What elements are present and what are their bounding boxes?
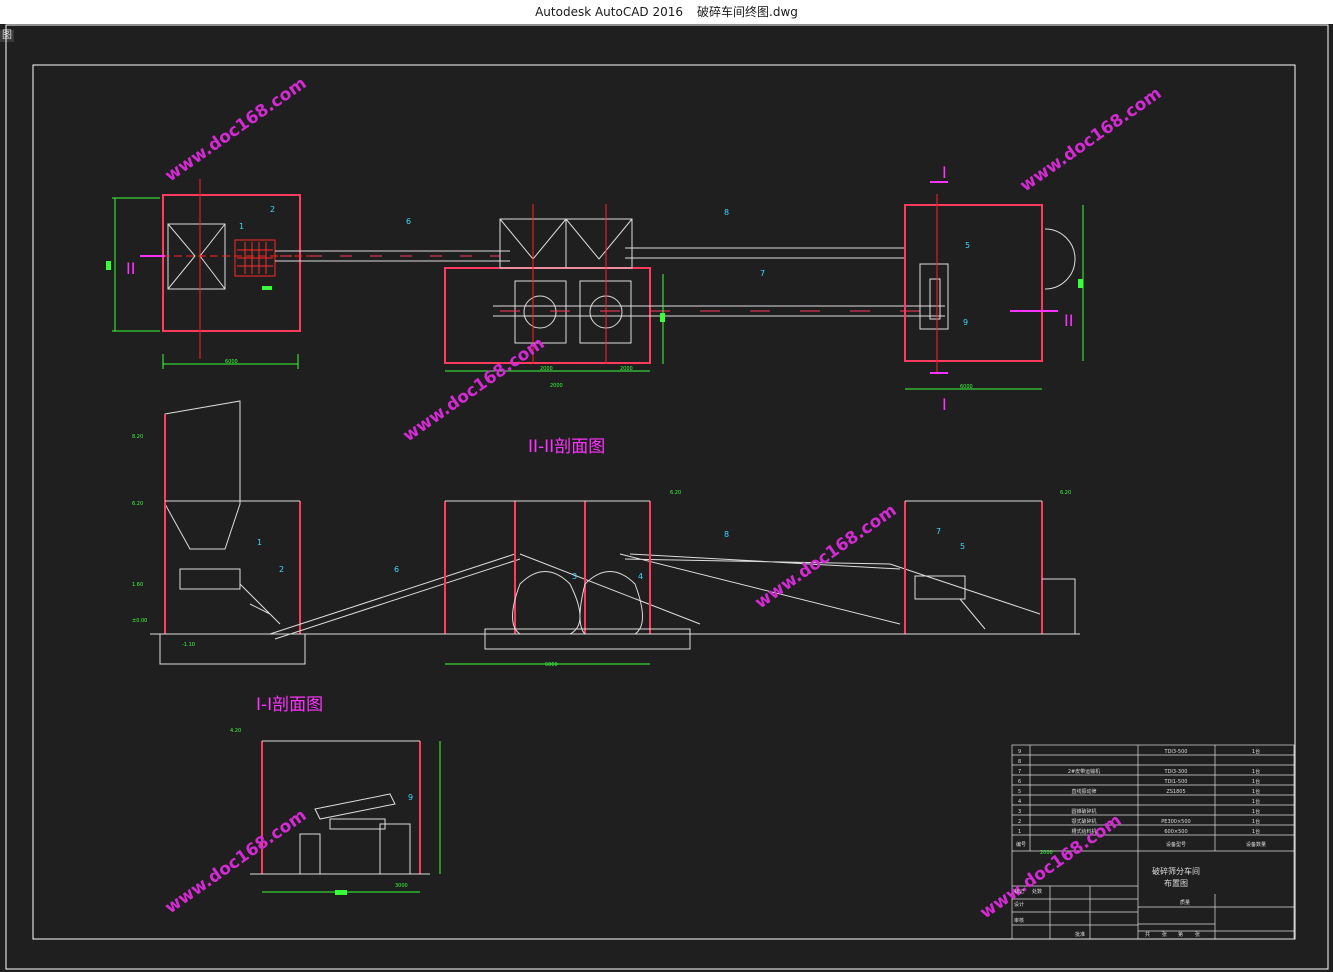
section2-label-1: 1 — [257, 538, 262, 547]
section-1-title: I-I剖面图 — [256, 695, 323, 715]
elevation-mark: 6.20 — [1060, 490, 1071, 496]
title-block-label: 审核 — [1014, 917, 1024, 924]
section2-label-7: 7 — [936, 527, 941, 536]
plan-view — [106, 179, 1084, 390]
bom-row-name: 直线振动筛 — [1071, 788, 1096, 795]
section-1-view — [250, 740, 441, 895]
file-name: 破碎车间终图.dwg — [697, 5, 798, 19]
elevation-mark: 6.20 — [132, 501, 143, 507]
bom-row-model: PE300×500 — [1161, 819, 1190, 825]
elevation-mark: 1.60 — [132, 582, 143, 588]
bom-row-no: 7 — [1018, 769, 1021, 775]
watermark-text: www.doc168.com — [751, 500, 900, 613]
window-title-bar: Autodesk AutoCAD 2016 破碎车间终图.dwg — [0, 0, 1333, 24]
bom-row-name: 圆锥破碎机 — [1071, 808, 1096, 815]
watermark-text: www.doc168.com — [976, 810, 1125, 923]
cad-drawing-canvas[interactable]: IIIIIIII-II剖面图I-I剖面图126875912 63 48 7598.20… — [0, 24, 1333, 972]
title-block-label: 设计 — [1014, 901, 1024, 908]
drawing-title-line2: 布置图 — [1164, 878, 1188, 888]
bom-row-model: TDI1-500 — [1164, 779, 1188, 785]
app-title: Autodesk AutoCAD 2016 — [535, 5, 684, 19]
bom-row-qty: 1台 — [1252, 818, 1260, 825]
plan-label-7: 7 — [760, 269, 765, 278]
elevation-mark: 4.20 — [230, 728, 241, 734]
bom-row-no: 4 — [1018, 799, 1021, 805]
title-block-label: 处数 — [1032, 888, 1042, 895]
bom-row-qty: 1台 — [1252, 768, 1260, 775]
bom-header-qty: 设备数量 — [1246, 841, 1266, 848]
dimension-text: 3000 — [395, 883, 408, 889]
bom-row-name: 颚式破碎机 — [1071, 818, 1096, 825]
title-block-label: 批准 — [1075, 931, 1085, 938]
plan-label-9: 9 — [963, 318, 968, 327]
dimension-text: 2000 — [620, 366, 633, 372]
weight-label: 质量 — [1180, 899, 1190, 906]
sheet-label: 共 — [1145, 931, 1150, 938]
bom-header-no: 编号 — [1016, 841, 1026, 848]
bom-row-model: TDI3-300 — [1164, 769, 1188, 775]
section-2-title: II-II剖面图 — [528, 437, 605, 457]
bom-row-qty: 1台 — [1252, 828, 1260, 835]
section-mark-bottom: I — [942, 395, 947, 414]
bom-row-no: 2 — [1018, 819, 1021, 825]
bom-header-model: 设备型号 — [1166, 841, 1186, 848]
bom-row-qty: 1台 — [1252, 808, 1260, 815]
plan-label-1: 1 — [239, 222, 244, 231]
bom-row-no: 8 — [1018, 759, 1021, 765]
title-block-label: 标记 — [1014, 888, 1024, 895]
sheet-label: 张 — [1195, 931, 1200, 938]
dimension-text: 6000 — [225, 359, 238, 365]
bom-row-no: 6 — [1018, 779, 1021, 785]
section2-label-6: 6 — [394, 565, 399, 574]
plan-label-6: 6 — [406, 217, 411, 226]
section1-label-9: 9 — [408, 793, 413, 802]
section-mark-top: I — [942, 163, 947, 182]
bom-row-qty: 1台 — [1252, 798, 1260, 805]
elevation-mark: 6.20 — [670, 490, 681, 496]
watermark-text: www.doc168.com — [161, 805, 310, 918]
watermark-text: www.doc168.com — [399, 333, 548, 446]
bom-row-qty: 1台 — [1252, 788, 1260, 795]
section2-label-8: 8 — [724, 530, 729, 539]
bom-row-model: ZS1805 — [1166, 789, 1185, 795]
elevation-mark: -1.10 — [182, 642, 195, 648]
watermark-text: www.doc168.com — [161, 73, 310, 186]
dimension-text: 2000 — [540, 366, 553, 372]
drawing-frame — [32, 64, 1296, 940]
bom-row-name: 槽式给料机 — [1071, 828, 1096, 835]
section2-label-4: 4 — [638, 572, 643, 581]
elevation-mark: ±0.00 — [132, 618, 147, 624]
bom-row-no: 1 — [1018, 829, 1021, 835]
bom-row-model: 600×500 — [1164, 829, 1187, 835]
bom-row-model: TDI3-500 — [1164, 749, 1188, 755]
dimension-text: 6000 — [545, 662, 558, 668]
bom-row-name: 2#皮带运输机 — [1068, 768, 1100, 775]
watermark-text: www.doc168.com — [1016, 83, 1165, 196]
section2-label-2: 2 — [279, 565, 284, 574]
section-mark-left: II — [126, 259, 135, 278]
section2-label-5: 5 — [960, 542, 965, 551]
plan-label-5: 5 — [965, 241, 970, 250]
bom-row-no: 5 — [1018, 789, 1021, 795]
bom-row-qty: 1台 — [1252, 778, 1260, 785]
section-mark-right: II — [1064, 311, 1073, 330]
plan-label-8: 8 — [724, 208, 729, 217]
sheet-label: 第 — [1178, 931, 1183, 938]
sheet-label: 张 — [1162, 931, 1167, 938]
bom-row-no: 3 — [1018, 809, 1021, 815]
bom-row-qty: 1台 — [1252, 748, 1260, 755]
drawing-title-line1: 破碎筛分车间 — [1152, 866, 1200, 876]
dimension-text: 6000 — [960, 384, 973, 390]
bom-row-no: 9 — [1018, 749, 1021, 755]
plan-label-2: 2 — [270, 205, 275, 214]
dimension-text: 2000 — [550, 383, 563, 389]
section2-label-3: 3 — [572, 572, 577, 581]
elevation-mark: 8.20 — [132, 434, 143, 440]
outer-border — [5, 24, 1329, 970]
